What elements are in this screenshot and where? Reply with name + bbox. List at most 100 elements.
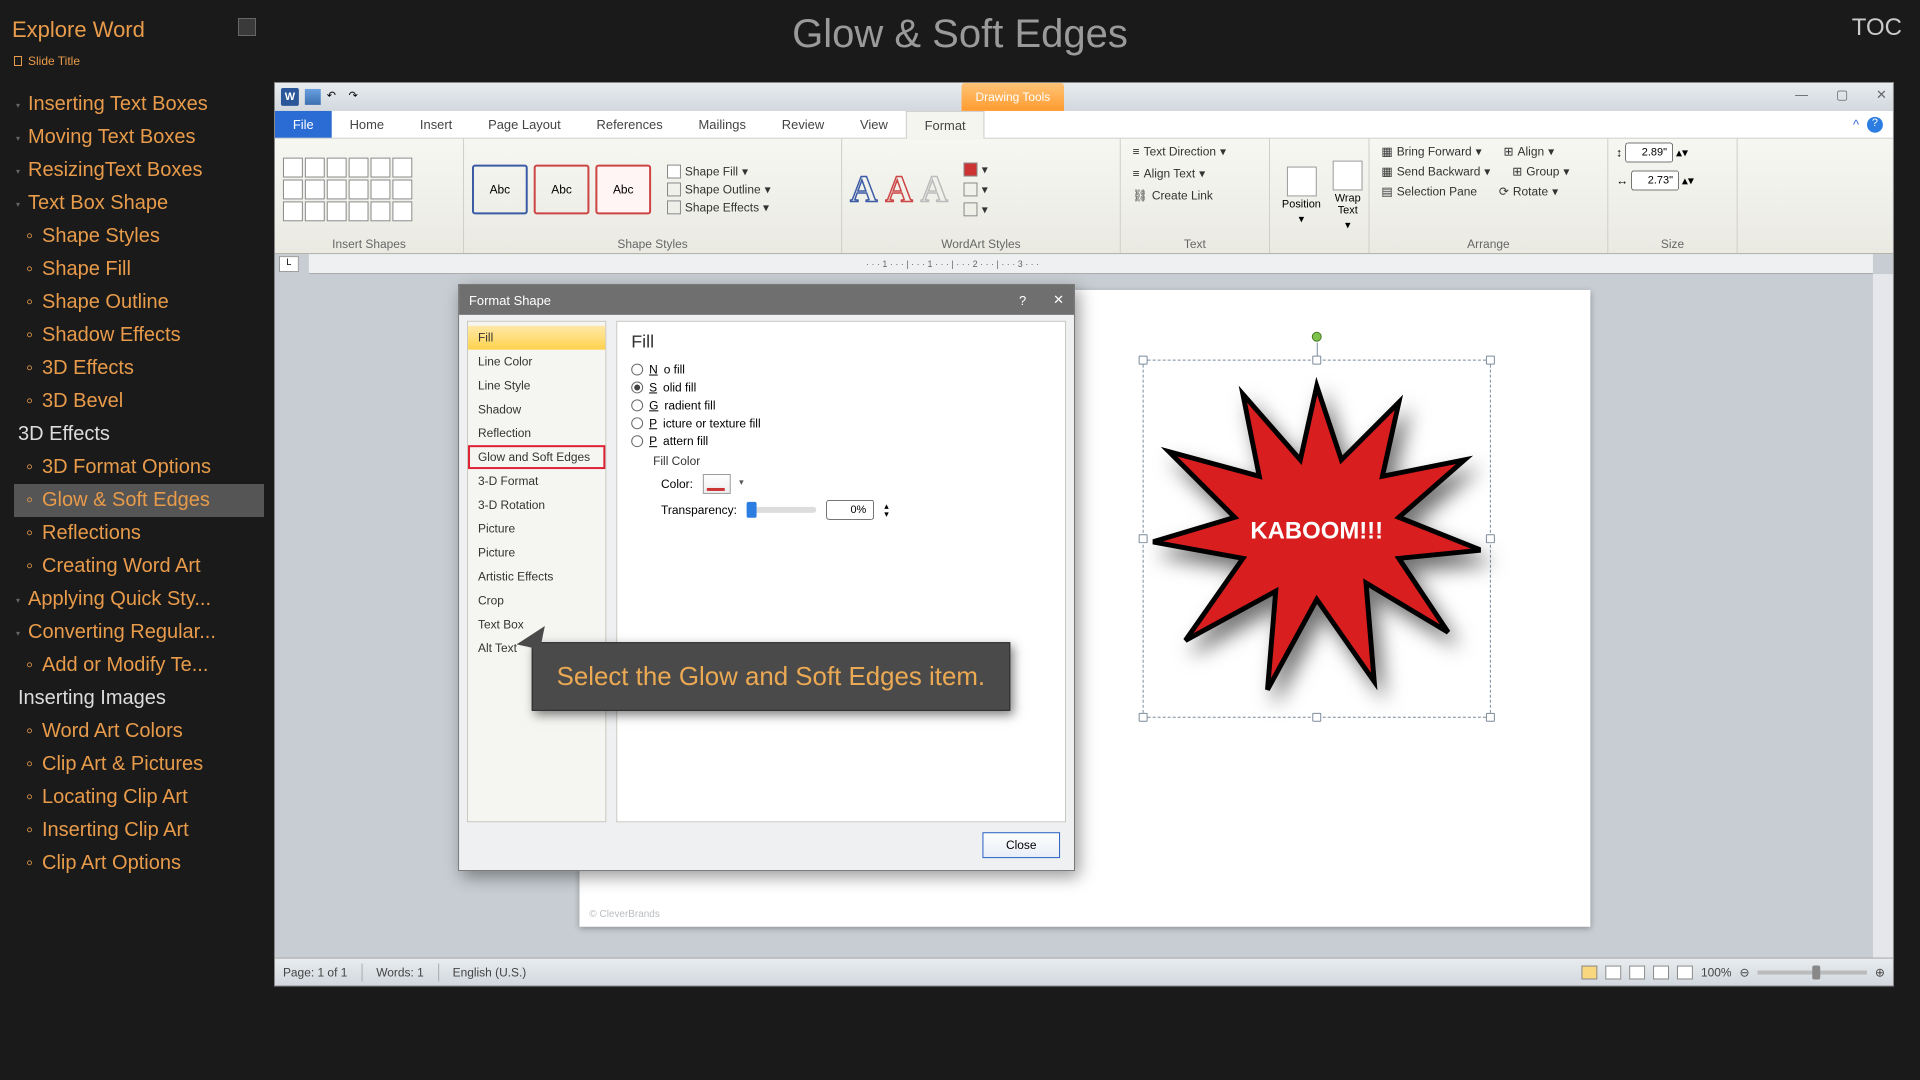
qat-icon[interactable] <box>371 89 387 105</box>
undo-icon[interactable]: ↶ <box>327 89 343 105</box>
bring-forward-button[interactable]: ▦ Bring Forward ▾ <box>1377 143 1485 161</box>
ruler-toggle[interactable]: L <box>279 256 299 272</box>
nav-item[interactable]: Text Box Shape <box>14 187 264 220</box>
print-layout-view-icon[interactable] <box>1582 965 1598 979</box>
selected-shape[interactable]: KABOOM!!! <box>1143 360 1491 718</box>
ribbon-tab-review[interactable]: Review <box>764 111 842 138</box>
shape-gallery[interactable] <box>283 157 412 221</box>
nav-item[interactable]: Add or Modify Te... <box>14 649 264 682</box>
ribbon-tab-mailings[interactable]: Mailings <box>681 111 764 138</box>
nav-item[interactable]: Shape Styles <box>14 220 264 253</box>
style-preset[interactable]: Abc <box>472 164 528 214</box>
shape-outline-button[interactable]: Shape Outline ▾ <box>663 180 775 198</box>
ribbon-tab-insert[interactable]: Insert <box>402 111 470 138</box>
slide-title-toggle[interactable]: Slide Title <box>14 54 80 68</box>
web-view-icon[interactable] <box>1629 965 1645 979</box>
zoom-slider[interactable] <box>1757 970 1866 974</box>
style-preset[interactable]: Abc <box>534 164 590 214</box>
nav-item[interactable]: Inserting Images <box>14 682 264 715</box>
language-indicator[interactable]: English (U.S.) <box>453 965 527 979</box>
group-button[interactable]: ⊞ Group ▾ <box>1508 163 1573 181</box>
ribbon-tab-page-layout[interactable]: Page Layout <box>470 111 578 138</box>
dialog-category[interactable]: 3-D Rotation <box>468 493 605 517</box>
dialog-category[interactable]: Glow and Soft Edges <box>468 445 605 469</box>
nav-item[interactable]: Creating Word Art <box>14 550 264 583</box>
wordart-preset[interactable]: A <box>885 167 912 211</box>
zoom-in-icon[interactable]: ⊕ <box>1875 965 1885 979</box>
save-icon[interactable] <box>305 89 321 105</box>
dialog-category[interactable]: Picture <box>468 517 605 541</box>
dialog-category[interactable]: Reflection <box>468 421 605 445</box>
fill-radio[interactable]: Picture or texture fill <box>631 416 1051 430</box>
nav-item[interactable]: Shadow Effects <box>14 319 264 352</box>
dialog-category[interactable]: 3-D Format <box>468 469 605 493</box>
align-text-button[interactable]: ≡ Align Text ▾ <box>1129 165 1209 183</box>
dialog-help-icon[interactable]: ? <box>1019 292 1026 307</box>
dialog-close-button[interactable]: Close <box>982 832 1060 858</box>
vertical-scrollbar[interactable] <box>1873 274 1893 958</box>
expand-icon[interactable] <box>238 18 256 36</box>
shape-style-gallery[interactable]: Abc Abc Abc <box>472 164 651 214</box>
maximize-icon[interactable]: ▢ <box>1836 87 1848 103</box>
nav-item[interactable]: Inserting Clip Art <box>14 814 264 847</box>
qat-icon[interactable] <box>392 89 408 105</box>
fill-radio[interactable]: Pattern fill <box>631 434 1051 448</box>
page-indicator[interactable]: Page: 1 of 1 <box>283 965 347 979</box>
dialog-category[interactable]: Picture <box>468 541 605 565</box>
zoom-out-icon[interactable]: ⊖ <box>1740 965 1750 979</box>
text-effects-button[interactable]: ▾ <box>960 200 992 218</box>
nav-item[interactable]: Inserting Text Boxes <box>14 88 264 121</box>
nav-item[interactable]: 3D Effects <box>14 418 264 451</box>
dialog-category[interactable]: Artistic Effects <box>468 565 605 589</box>
nav-item[interactable]: Shape Fill <box>14 253 264 286</box>
nav-item[interactable]: Word Art Colors <box>14 715 264 748</box>
color-field[interactable]: Color: <box>661 474 1051 494</box>
nav-item[interactable]: Glow & Soft Edges <box>14 484 264 517</box>
dialog-category[interactable]: Crop <box>468 588 605 612</box>
dialog-titlebar[interactable]: Format Shape ? ✕ <box>459 285 1074 315</box>
wordart-preset[interactable]: A <box>921 167 948 211</box>
outline-view-icon[interactable] <box>1653 965 1669 979</box>
send-backward-button[interactable]: ▦ Send Backward ▾ <box>1377 163 1494 181</box>
minimize-icon[interactable]: — <box>1795 87 1808 103</box>
nav-item[interactable]: Clip Art Options <box>14 847 264 880</box>
nav-item[interactable]: Locating Clip Art <box>14 781 264 814</box>
word-count[interactable]: Words: 1 <box>376 965 424 979</box>
create-link-button[interactable]: ⛓ Create Link <box>1129 186 1217 204</box>
draft-view-icon[interactable] <box>1677 965 1693 979</box>
height-input[interactable]: ↕▴▾ <box>1616 143 1688 163</box>
fullscreen-view-icon[interactable] <box>1605 965 1621 979</box>
color-picker-button[interactable] <box>703 474 731 494</box>
dialog-category[interactable]: Fill <box>468 326 605 350</box>
shape-fill-button[interactable]: Shape Fill ▾ <box>663 162 775 180</box>
ribbon-tab-home[interactable]: Home <box>332 111 402 138</box>
wordart-preset[interactable]: A <box>850 167 877 211</box>
ribbon-tab-references[interactable]: References <box>579 111 681 138</box>
ribbon-tab-view[interactable]: View <box>842 111 906 138</box>
transparency-slider[interactable] <box>747 507 817 513</box>
nav-item[interactable]: Moving Text Boxes <box>14 121 264 154</box>
rotate-handle[interactable] <box>1312 332 1322 342</box>
horizontal-ruler[interactable]: · · · 1 · · · | · · · 1 · · · | · · · 2 … <box>309 254 1873 274</box>
fill-radio[interactable]: Solid fill <box>631 381 1051 395</box>
rotate-button[interactable]: ⟳ Rotate ▾ <box>1495 182 1562 200</box>
width-input[interactable]: ↔▴▾ <box>1616 171 1694 191</box>
nav-item[interactable]: Reflections <box>14 517 264 550</box>
nav-item[interactable]: ResizingText Boxes <box>14 154 264 187</box>
wordart-gallery[interactable]: A A A <box>850 167 948 211</box>
close-icon[interactable]: ✕ <box>1876 87 1887 103</box>
text-outline-button[interactable]: ▾ <box>960 180 992 198</box>
redo-icon[interactable]: ↷ <box>349 89 365 105</box>
text-fill-button[interactable]: ▾ <box>960 160 992 178</box>
fill-radio[interactable]: Gradient fill <box>631 398 1051 412</box>
ribbon-tab-file[interactable]: File <box>275 111 332 138</box>
nav-item[interactable]: Shape Outline <box>14 286 264 319</box>
wrap-text-button[interactable]: Wrap Text▾ <box>1329 159 1367 234</box>
nav-item[interactable]: 3D Effects <box>14 352 264 385</box>
position-button[interactable]: Position▾ <box>1278 165 1325 228</box>
qat-icon[interactable] <box>414 89 430 105</box>
fill-radio[interactable]: No fill <box>631 363 1051 377</box>
nav-item[interactable]: Clip Art & Pictures <box>14 748 264 781</box>
dialog-close-icon[interactable]: ✕ <box>1053 292 1064 308</box>
text-direction-button[interactable]: ≡ Text Direction ▾ <box>1129 143 1230 161</box>
